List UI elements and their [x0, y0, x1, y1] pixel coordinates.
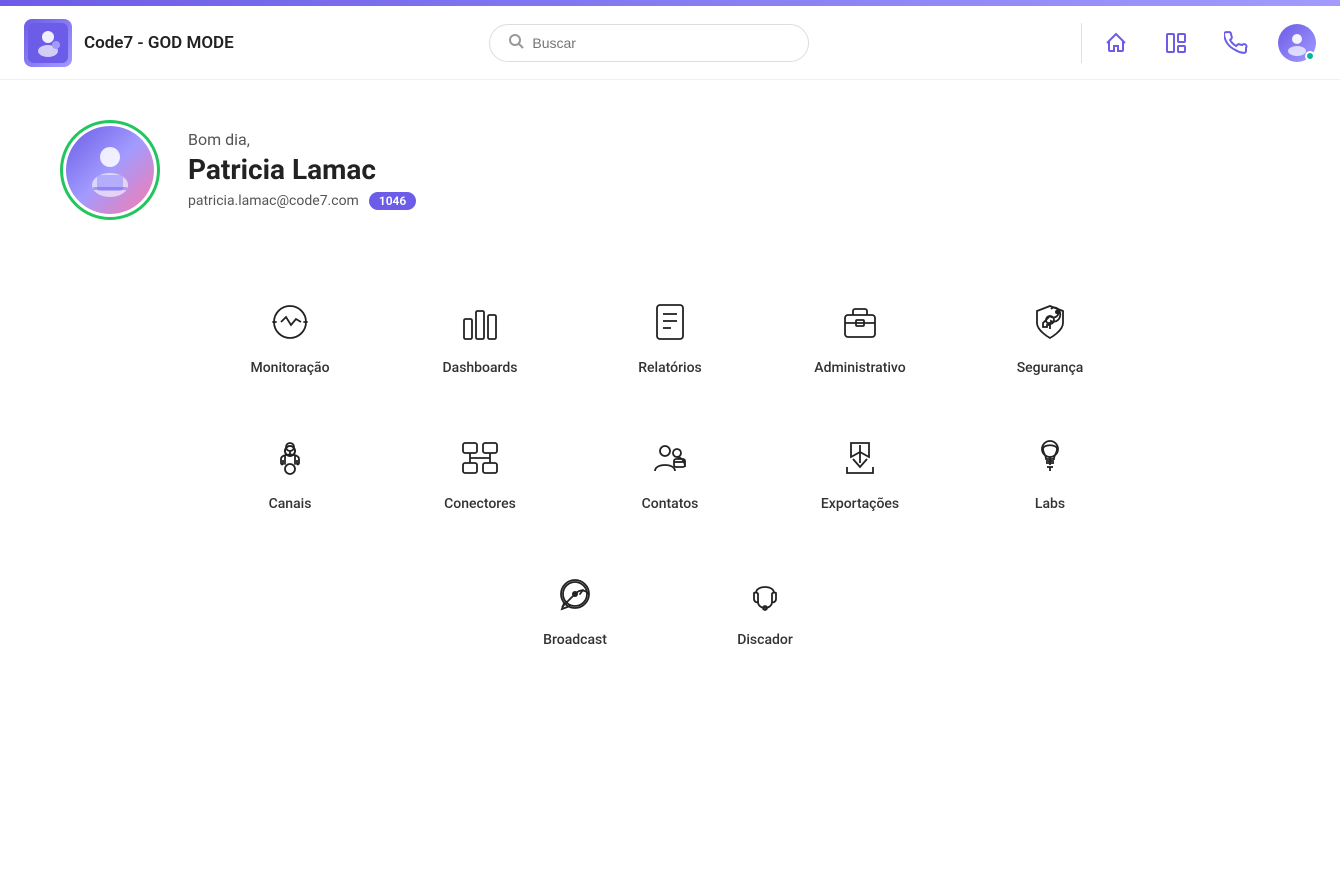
app-title: Code7 - GOD MODE [84, 33, 234, 53]
avatar-image [66, 126, 154, 214]
menu-item-canais[interactable]: Canais [195, 404, 385, 540]
administrativo-icon [834, 296, 886, 348]
exportacoes-icon [834, 432, 886, 484]
broadcast-icon [549, 568, 601, 620]
app-header: Code7 - GOD MODE [0, 6, 1340, 80]
greeting-text: Bom dia, Patricia Lamac patricia.lamac@c… [188, 130, 416, 210]
discador-label: Discador [737, 632, 793, 648]
search-box[interactable] [489, 24, 809, 62]
seguranca-label: Segurança [1017, 360, 1084, 376]
labs-label: Labs [1035, 496, 1065, 512]
contatos-label: Contatos [642, 496, 699, 512]
menu-item-exportacoes[interactable]: Exportações [765, 404, 955, 540]
greeting-section: Bom dia, Patricia Lamac patricia.lamac@c… [60, 120, 1280, 220]
exportacoes-label: Exportações [821, 496, 899, 512]
search-icon [508, 33, 524, 53]
online-status-indicator [1305, 51, 1315, 61]
conectores-label: Conectores [444, 496, 516, 512]
logo-section: Code7 - GOD MODE [24, 19, 234, 67]
search-section [234, 24, 1065, 62]
contatos-icon [644, 432, 696, 484]
canais-label: Canais [269, 496, 312, 512]
menu-item-discador[interactable]: Discador [670, 540, 860, 676]
menu-item-contatos[interactable]: Contatos [575, 404, 765, 540]
user-avatar[interactable] [1278, 24, 1316, 62]
menu-item-broadcast[interactable]: Broadcast [480, 540, 670, 676]
administrativo-label: Administrativo [814, 360, 905, 376]
discador-icon [739, 568, 791, 620]
home-button[interactable] [1098, 25, 1134, 61]
user-avatar-large [60, 120, 160, 220]
menu-item-monitoracao[interactable]: Monitoração [195, 268, 385, 404]
phone-button[interactable] [1218, 25, 1254, 61]
monitoracao-icon [264, 296, 316, 348]
menu-item-administrativo[interactable]: Administrativo [765, 268, 955, 404]
main-content: Bom dia, Patricia Lamac patricia.lamac@c… [0, 80, 1340, 716]
dashboards-icon [454, 296, 506, 348]
relatorios-label: Relatórios [638, 360, 702, 376]
header-actions [1098, 24, 1316, 62]
labs-icon [1024, 432, 1076, 484]
header-divider [1081, 23, 1082, 63]
menu-item-relatorios[interactable]: Relatórios [575, 268, 765, 404]
menu-item-labs[interactable]: Labs [955, 404, 1145, 540]
monitoracao-label: Monitoração [250, 360, 329, 376]
canais-icon [264, 432, 316, 484]
conectores-icon [454, 432, 506, 484]
menu-item-dashboards[interactable]: Dashboards [385, 268, 575, 404]
menu-item-conectores[interactable]: Conectores [385, 404, 575, 540]
dashboards-label: Dashboards [443, 360, 518, 376]
user-email: patricia.lamac@code7.com [188, 193, 359, 209]
menu-item-seguranca[interactable]: Segurança [955, 268, 1145, 404]
user-info-row: patricia.lamac@code7.com 1046 [188, 192, 416, 210]
greeting-salutation: Bom dia, [188, 130, 416, 149]
user-name: Patricia Lamac [188, 153, 416, 186]
menu-grid-row1: Monitoração Dashboards Re [195, 268, 1145, 404]
menu-grid-row3: Broadcast Discador [195, 540, 1145, 676]
broadcast-label: Broadcast [543, 632, 607, 648]
seguranca-icon [1024, 296, 1076, 348]
app-logo [24, 19, 72, 67]
search-input[interactable] [532, 35, 790, 51]
menu-grid-row2: Canais Conectores [195, 404, 1145, 540]
relatorios-icon [644, 296, 696, 348]
layout-button[interactable] [1158, 25, 1194, 61]
user-id-badge: 1046 [369, 192, 416, 210]
